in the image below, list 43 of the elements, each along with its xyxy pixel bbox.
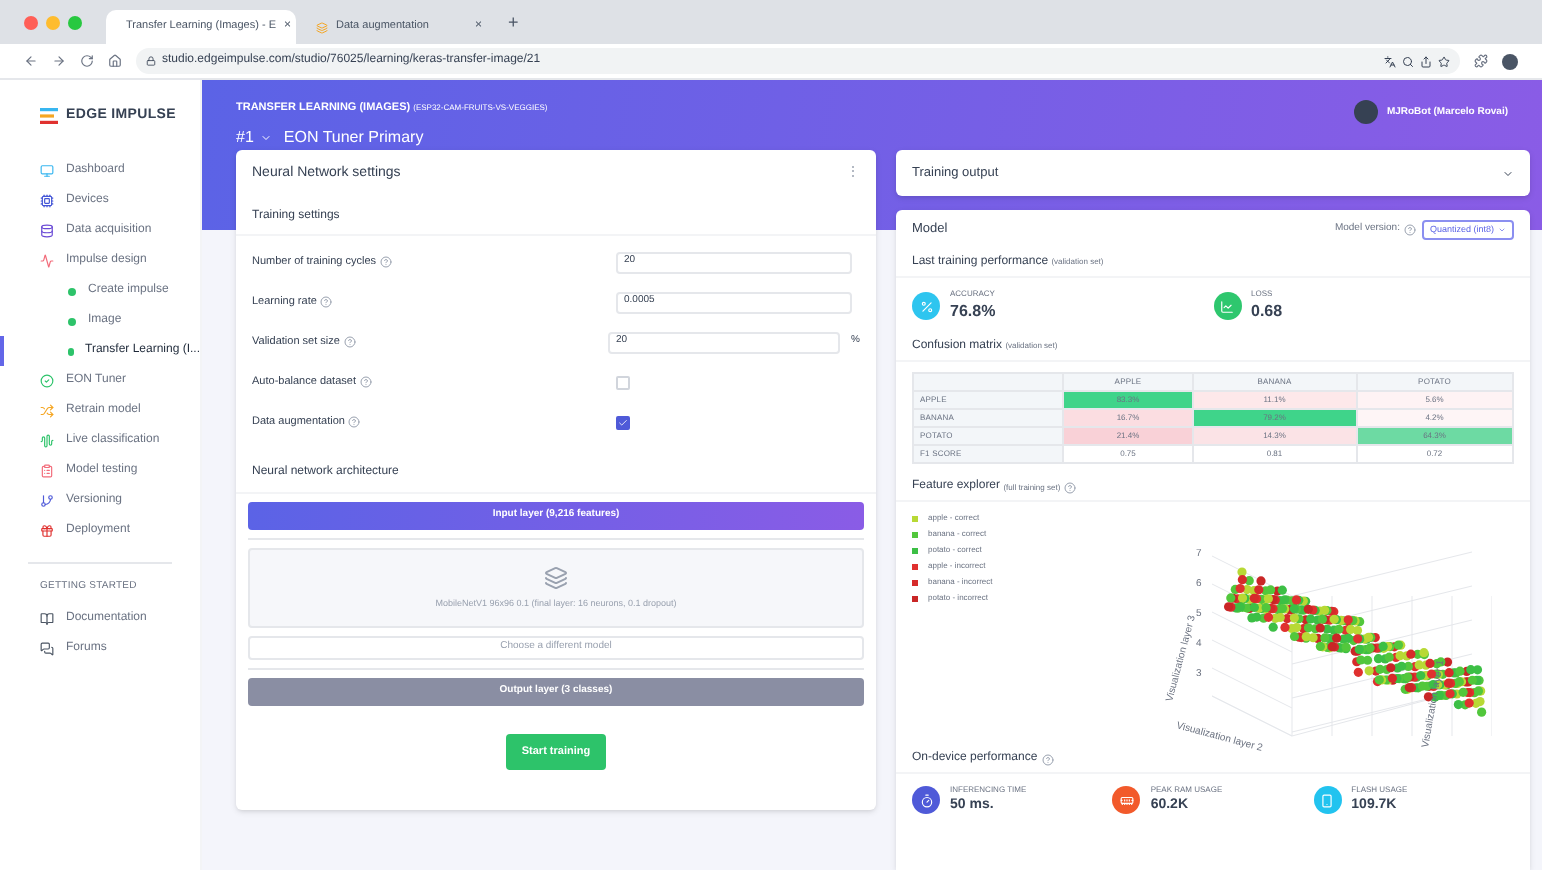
reload-icon[interactable] <box>80 54 94 68</box>
pulse-icon <box>40 254 54 268</box>
help-icon[interactable] <box>348 416 361 428</box>
extensions-icon[interactable] <box>1474 54 1488 68</box>
share-icon[interactable] <box>1420 55 1432 67</box>
help-icon[interactable] <box>343 336 356 348</box>
chat-icon <box>40 641 54 655</box>
help-icon[interactable] <box>1064 481 1077 493</box>
help-icon[interactable] <box>380 256 393 268</box>
new-tab-button[interactable]: + <box>502 10 525 44</box>
translate-icon[interactable] <box>1384 55 1396 67</box>
logo-icon <box>40 108 58 124</box>
branch-icon <box>40 494 54 508</box>
help-icon[interactable] <box>1041 753 1054 765</box>
help-icon[interactable] <box>1403 224 1416 236</box>
waveform-icon <box>40 434 54 448</box>
checkbox[interactable] <box>616 415 630 429</box>
version-name: EON Tuner Primary <box>283 126 424 151</box>
caret-icon[interactable] <box>259 132 272 145</box>
layers-icon <box>544 565 568 590</box>
user-avatar[interactable] <box>1354 100 1379 124</box>
gift-icon <box>40 524 54 538</box>
home-icon[interactable] <box>108 54 122 68</box>
database-icon <box>40 224 54 238</box>
forward-icon[interactable] <box>52 54 66 68</box>
profile-avatar[interactable] <box>1502 53 1518 69</box>
shuffle-icon <box>40 404 54 418</box>
metric-value: 0.68 <box>1251 300 1283 324</box>
version-number[interactable]: #1 <box>236 126 254 151</box>
help-icon[interactable] <box>359 376 372 388</box>
search-icon[interactable] <box>1402 55 1414 67</box>
back-icon[interactable] <box>24 54 38 68</box>
book-icon <box>40 611 54 625</box>
favicon-icon <box>316 21 328 33</box>
clipboard-icon <box>40 464 54 478</box>
help-icon[interactable] <box>320 296 333 308</box>
caret-icon[interactable] <box>1502 167 1514 179</box>
lock-icon <box>146 56 156 66</box>
metric-value: 76.8% <box>950 300 996 324</box>
monitor-icon <box>40 164 54 178</box>
star-icon[interactable] <box>1438 55 1450 67</box>
check-circle-icon <box>40 374 54 388</box>
chip-icon <box>40 194 54 208</box>
